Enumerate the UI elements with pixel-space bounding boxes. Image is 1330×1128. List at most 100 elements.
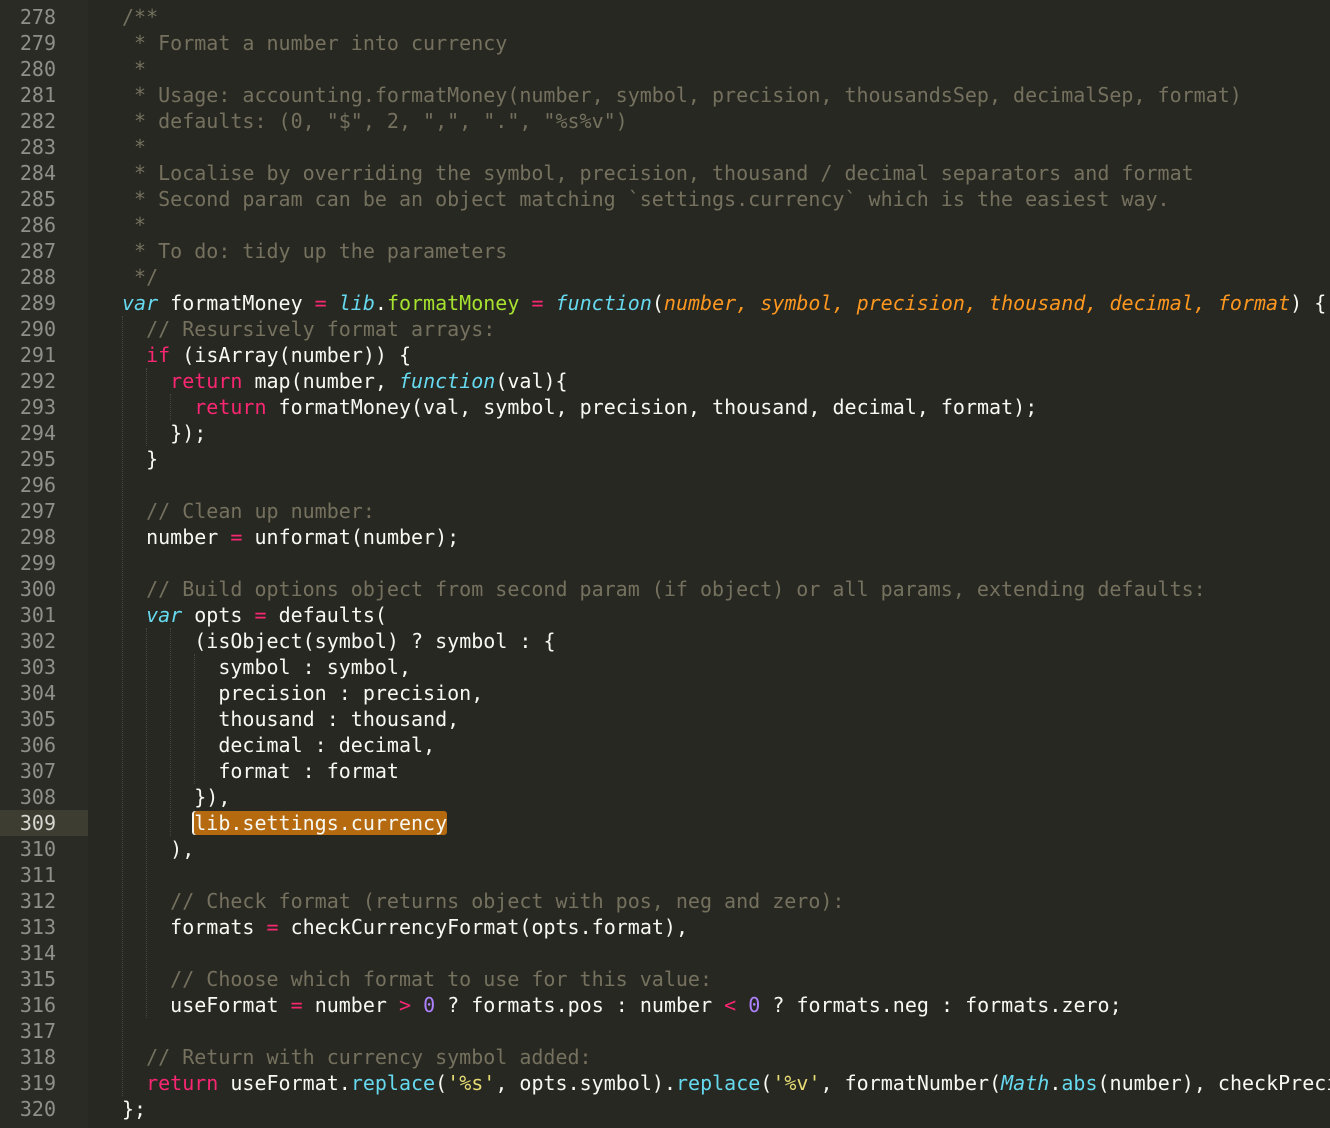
code-text: var formatMoney = lib.formatMoney = func…: [122, 291, 1327, 315]
code-line[interactable]: 294 });: [0, 420, 1330, 446]
code-line[interactable]: 316 useFormat = number > 0 ? formats.pos…: [0, 992, 1330, 1018]
code-line[interactable]: 302 (isObject(symbol) ? symbol : {: [0, 628, 1330, 654]
code-line[interactable]: 279 * Format a number into currency: [0, 30, 1330, 56]
line-number: 294: [19, 421, 56, 445]
line-number: 279: [19, 31, 56, 55]
code-line[interactable]: 312 // Check format (returns object with…: [0, 888, 1330, 914]
code-text: // Clean up number:: [122, 499, 375, 523]
code-line[interactable]: 314: [0, 940, 1330, 966]
indent-guide: [194, 654, 196, 784]
code-line[interactable]: 288 */: [0, 264, 1330, 290]
code-text: return useFormat.replace('%s', opts.symb…: [146, 1071, 1330, 1095]
line-number: 278: [19, 5, 56, 29]
line-number: 287: [19, 239, 56, 263]
code-line[interactable]: 307 format : format: [0, 758, 1330, 784]
line-number: 283: [19, 135, 56, 159]
code-text: * Format a number into currency: [122, 31, 508, 55]
code-line[interactable]: 296: [0, 472, 1330, 498]
code-line[interactable]: 293 return formatMoney(val, symbol, prec…: [0, 394, 1330, 420]
line-number: 298: [19, 525, 56, 549]
code-line[interactable]: 309 lib.settings.currency: [0, 810, 1330, 836]
line-number: 281: [19, 83, 56, 107]
line-number: 305: [19, 707, 56, 731]
code-line[interactable]: 320};: [0, 1096, 1330, 1122]
code-line[interactable]: 278 /**: [0, 4, 1330, 30]
code-line[interactable]: 308 }),: [0, 784, 1330, 810]
code-line[interactable]: 290 // Resursively format arrays:: [0, 316, 1330, 342]
code-line[interactable]: 291 if (isArray(number)) {: [0, 342, 1330, 368]
line-number: 320: [19, 1097, 56, 1121]
code-text: * defaults: (0, "$", 2, ",", ".", "%s%v"…: [122, 109, 628, 133]
line-number: 285: [19, 187, 56, 211]
code-line[interactable]: 283 *: [0, 134, 1330, 160]
code-line[interactable]: 285 * Second param can be an object matc…: [0, 186, 1330, 212]
code-line[interactable]: 319 return useFormat.replace('%s', opts.…: [0, 1070, 1330, 1096]
code-text: *: [122, 135, 147, 159]
code-line[interactable]: 300 // Build options object from second …: [0, 576, 1330, 602]
code-editor[interactable]: 278/** 279 * Format a number into currenc…: [0, 0, 1330, 1128]
code-text: });: [170, 421, 207, 445]
code-text: (isObject(symbol) ? symbol : {: [194, 629, 556, 653]
code-line[interactable]: 286 *: [0, 212, 1330, 238]
line-number: 302: [19, 629, 56, 653]
code-line[interactable]: 311: [0, 862, 1330, 888]
code-line[interactable]: 287 * To do: tidy up the parameters: [0, 238, 1330, 264]
code-text: thousand : thousand,: [218, 707, 460, 731]
line-number: 309: [19, 811, 56, 835]
code-line[interactable]: 297 // Clean up number:: [0, 498, 1330, 524]
line-number: 290: [19, 317, 56, 341]
code-text: format : format: [218, 759, 399, 783]
line-number: 284: [19, 161, 56, 185]
line-number: 312: [19, 889, 56, 913]
code-line[interactable]: 301 var opts = defaults(: [0, 602, 1330, 628]
code-line[interactable]: 318 // Return with currency symbol added…: [0, 1044, 1330, 1070]
code-line[interactable]: 299: [0, 550, 1330, 576]
code-line[interactable]: 282 * defaults: (0, "$", 2, ",", ".", "%…: [0, 108, 1330, 134]
code-line[interactable]: 305 thousand : thousand,: [0, 706, 1330, 732]
code-line[interactable]: 317: [0, 1018, 1330, 1044]
code-line[interactable]: 280 *: [0, 56, 1330, 82]
indent-guide: [170, 394, 172, 420]
code-line[interactable]: 310 ),: [0, 836, 1330, 862]
code-line[interactable]: 292 return map(number, function(val){: [0, 368, 1330, 394]
code-text: formats = checkCurrencyFormat(opts.forma…: [170, 915, 688, 939]
line-number: 291: [19, 343, 56, 367]
code-text: }: [146, 447, 159, 471]
code-line[interactable]: 315 // Choose which format to use for th…: [0, 966, 1330, 992]
selected-text[interactable]: lib.settings.currency: [194, 811, 448, 835]
code-text: return map(number, function(val){: [170, 369, 568, 393]
code-line[interactable]: 281 * Usage: accounting.formatMoney(numb…: [0, 82, 1330, 108]
line-number: 292: [19, 369, 56, 393]
line-number: 306: [19, 733, 56, 757]
line-number: 289: [19, 291, 56, 315]
code-line[interactable]: 295 }: [0, 446, 1330, 472]
code-text: precision : precision,: [218, 681, 484, 705]
code-line[interactable]: 284 * Localise by overriding the symbol,…: [0, 160, 1330, 186]
line-number: 297: [19, 499, 56, 523]
code-text: // Build options object from second para…: [122, 577, 1206, 601]
line-number: 300: [19, 577, 56, 601]
code-text: if (isArray(number)) {: [146, 343, 412, 367]
line-number: 280: [19, 57, 56, 81]
code-text: /**: [122, 5, 159, 29]
line-number: 310: [19, 837, 56, 861]
code-text: ),: [170, 837, 195, 861]
code-text: }),: [194, 785, 231, 809]
code-line[interactable]: 306 decimal : decimal,: [0, 732, 1330, 758]
code-line[interactable]: 289 var formatMoney = lib.formatMoney = f…: [0, 290, 1330, 316]
indent-guide: [122, 316, 123, 1096]
line-number: 308: [19, 785, 56, 809]
indent-guide: [146, 628, 148, 1018]
code-line[interactable]: 298 number = unformat(number);: [0, 524, 1330, 550]
line-number: 303: [19, 655, 56, 679]
code-area[interactable]: 278/** 279 * Format a number into currenc…: [0, 4, 1330, 1122]
code-line[interactable]: 304 precision : precision,: [0, 680, 1330, 706]
line-number: 311: [19, 863, 56, 887]
code-line[interactable]: 313 formats = checkCurrencyFormat(opts.f…: [0, 914, 1330, 940]
code-text: // Choose which format to use for this v…: [122, 967, 713, 991]
line-number: 299: [19, 551, 56, 575]
line-number: 319: [19, 1071, 56, 1095]
line-number: 282: [19, 109, 56, 133]
code-text: * Localise by overriding the symbol, pre…: [122, 161, 1194, 185]
code-line[interactable]: 303 symbol : symbol,: [0, 654, 1330, 680]
